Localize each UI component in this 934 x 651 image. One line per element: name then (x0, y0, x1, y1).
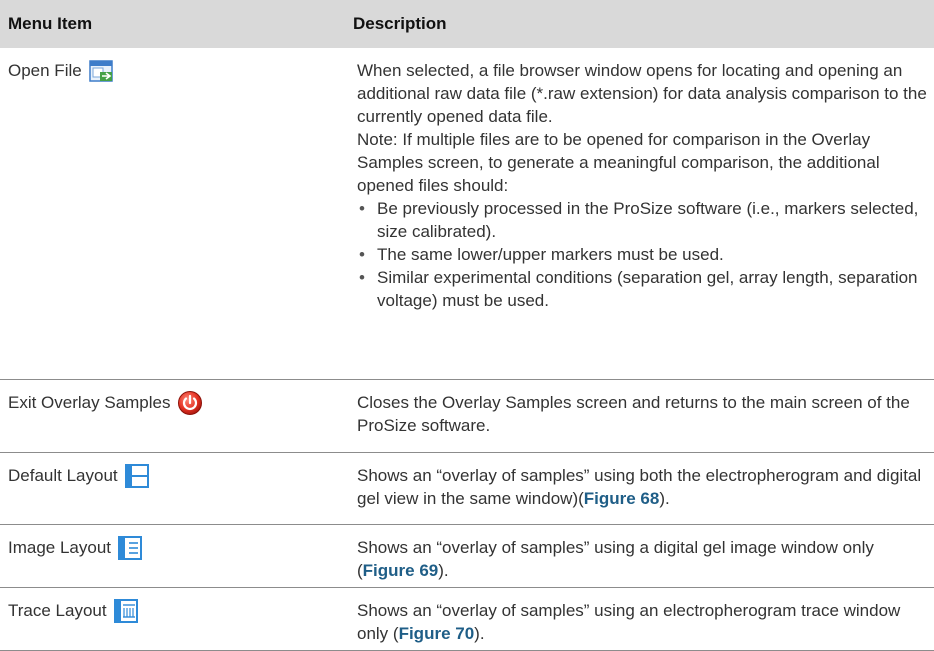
menu-item-label: Image Layout (8, 538, 112, 557)
figure-70-link[interactable]: Figure 70 (399, 624, 475, 643)
list-item: Be previously processed in the ProSize s… (357, 197, 927, 243)
menu-item-label: Exit Overlay Samples (8, 393, 171, 412)
description-open-file: When selected, a file browser window ope… (357, 59, 927, 312)
menu-item-trace-layout: Trace Layout (8, 598, 139, 624)
menu-item-default-layout: Default Layout (8, 463, 150, 489)
menu-item-label: Trace Layout (8, 601, 107, 620)
description-text-end: ). (438, 561, 449, 580)
description-trace-layout: Shows an “overlay of samples” using an e… (357, 599, 927, 645)
menu-item-open-file: Open File (8, 58, 114, 84)
description-text-end: ). (659, 489, 670, 508)
menu-item-table: Menu Item Description Open File When sel… (0, 0, 934, 651)
description-text-end: ). (474, 624, 485, 643)
open-file-icon (88, 58, 114, 84)
table-row-exit-overlay: Exit Overlay Samples Closes the Overlay … (0, 380, 934, 453)
figure-68-link[interactable]: Figure 68 (584, 489, 660, 508)
table-row-open-file: Open File When selected, a file browser … (0, 48, 934, 380)
header-menu-item: Menu Item (8, 14, 93, 33)
description-paragraph: When selected, a file browser window ope… (357, 61, 927, 126)
bullet-list: Be previously processed in the ProSize s… (357, 197, 927, 312)
default-layout-icon (124, 463, 150, 489)
table-row-default-layout: Default Layout Shows an “overlay of samp… (0, 453, 934, 525)
trace-layout-icon (113, 598, 139, 624)
description-exit-overlay: Closes the Overlay Samples screen and re… (357, 393, 910, 435)
table-row-trace-layout: Trace Layout Shows an “overlay of sample… (0, 588, 934, 651)
figure-69-link[interactable]: Figure 69 (363, 561, 439, 580)
menu-item-image-layout: Image Layout (8, 535, 143, 561)
menu-item-label: Default Layout (8, 466, 118, 485)
table-header: Menu Item Description (0, 0, 934, 48)
description-image-layout: Shows an “overlay of samples” using a di… (357, 536, 927, 582)
description-note: Note: If multiple files are to be opened… (357, 130, 880, 195)
menu-item-label: Open File (8, 61, 82, 80)
list-item: The same lower/upper markers must be use… (357, 243, 927, 266)
power-exit-icon (177, 390, 203, 416)
image-layout-icon (117, 535, 143, 561)
header-description: Description (353, 14, 447, 33)
menu-item-exit-overlay: Exit Overlay Samples (8, 390, 203, 416)
description-default-layout: Shows an “overlay of samples” using both… (357, 464, 927, 510)
table-row-image-layout: Image Layout Shows an “overlay of sample… (0, 525, 934, 588)
list-item: Similar experimental conditions (separat… (357, 266, 927, 312)
